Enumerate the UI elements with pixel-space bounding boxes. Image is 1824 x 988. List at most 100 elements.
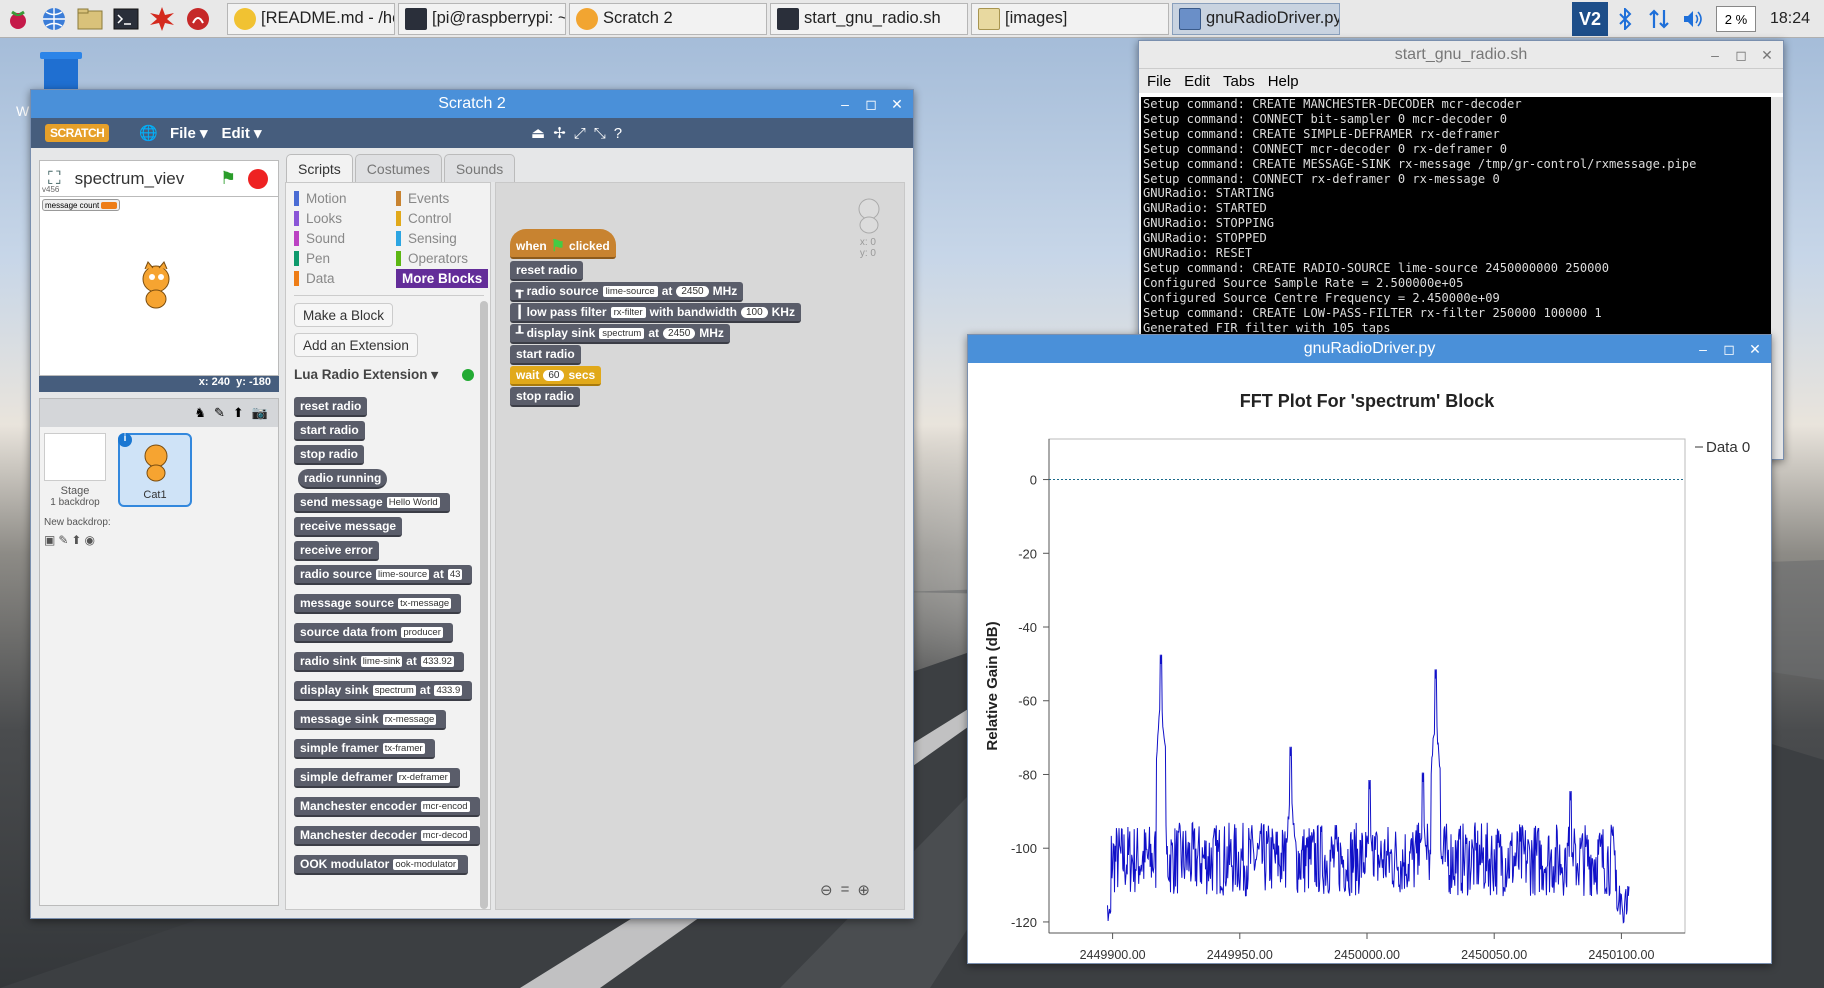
task-readme[interactable]: [README.md - /hom... — [227, 2, 395, 35]
script-display-sink[interactable]: ┸ display sink spectrum at 2450 MHz — [510, 324, 730, 344]
palette-block-12[interactable]: message sink rx-message — [294, 710, 447, 730]
make-a-block-button[interactable]: Make a Block — [294, 303, 394, 327]
volume-icon[interactable] — [1676, 2, 1710, 36]
minimize-icon[interactable]: – — [1705, 47, 1725, 63]
script-reset-radio[interactable]: reset radio — [510, 261, 584, 281]
terminal-scrollbar[interactable] — [1771, 97, 1783, 459]
paint-sprite-icon[interactable]: ✎ — [214, 405, 225, 421]
maximize-icon[interactable]: ◻ — [1719, 341, 1739, 358]
math-kernel-icon[interactable] — [144, 2, 180, 36]
edit-menu[interactable]: Edit ▾ — [222, 124, 262, 142]
palette-block-16[interactable]: Manchester decoder mcr-decod — [294, 826, 480, 846]
grow-icon[interactable]: ⤢ — [574, 125, 586, 142]
tab-scripts[interactable]: Scripts — [286, 154, 353, 182]
palette-block-5[interactable]: receive message — [294, 517, 403, 537]
when-flag-clicked-block[interactable]: when ⚑ clicked — [510, 229, 616, 259]
add-extension-button[interactable]: Add an Extension — [294, 333, 418, 357]
palette-block-3[interactable]: radio running — [298, 469, 388, 489]
cpu-monitor[interactable]: 2 % — [1715, 6, 1756, 32]
cat-sprite-icon[interactable] — [132, 261, 182, 313]
script-stop-radio[interactable]: stop radio — [510, 387, 581, 407]
palette-block-9[interactable]: source data from producer — [294, 623, 453, 643]
project-name[interactable]: spectrum_viev — [75, 169, 185, 189]
palette-block-2[interactable]: stop radio — [294, 445, 365, 465]
palette-block-15[interactable]: Manchester encoder mcr-encod — [294, 797, 480, 817]
minimize-icon[interactable]: – — [1693, 341, 1713, 357]
new-backdrop-tools[interactable]: ▣✎⬆◉ — [44, 533, 98, 547]
category-looks[interactable]: Looks — [294, 211, 342, 226]
terminal-titlebar[interactable]: start_gnu_radio.sh – ◻ ✕ — [1139, 41, 1783, 69]
help-icon[interactable]: ? — [614, 125, 622, 142]
palette-block-6[interactable]: receive error — [294, 541, 379, 561]
palette-block-13[interactable]: simple framer tx-framer — [294, 739, 435, 759]
duplicate-icon[interactable]: ⏏ — [531, 124, 545, 142]
file-menu[interactable]: File ▾ — [170, 124, 208, 142]
close-icon[interactable]: ✕ — [1745, 341, 1765, 358]
category-events[interactable]: Events — [396, 191, 449, 206]
task-start-gnu-radio[interactable]: start_gnu_radio.sh — [770, 2, 968, 35]
terminal-menu-file[interactable]: File — [1147, 73, 1171, 90]
category-operators[interactable]: Operators — [396, 251, 468, 266]
palette-block-4[interactable]: send message Hello World — [294, 493, 450, 513]
palette-block-14[interactable]: simple deframer rx-deframer — [294, 768, 460, 788]
palette-block-17[interactable]: OOK modulator ook-modulator — [294, 855, 469, 875]
task-gnu-radio-driver[interactable]: gnuRadioDriver.py — [1172, 2, 1340, 35]
script-wait-block[interactable]: wait 60 secs — [510, 366, 602, 386]
task-pi-terminal[interactable]: [pi@raspberrypi: ~/M... — [398, 2, 566, 35]
maximize-icon[interactable]: ◻ — [861, 96, 881, 113]
language-globe-icon[interactable]: 🌐 — [139, 124, 158, 142]
palette-block-0[interactable]: reset radio — [294, 397, 368, 417]
palette-block-8[interactable]: message source tx-message — [294, 594, 462, 614]
zoom-out-icon[interactable]: ⊖ — [820, 881, 833, 899]
sprite-cat1[interactable]: i Cat1 — [118, 433, 192, 507]
camera-icon[interactable]: 📷 — [252, 405, 268, 421]
terminal-menu-help[interactable]: Help — [1268, 73, 1299, 90]
green-flag-icon[interactable]: ⚑ — [220, 168, 236, 189]
maximize-icon[interactable]: ◻ — [1731, 47, 1751, 64]
category-pen[interactable]: Pen — [294, 251, 330, 266]
terminal-menu-tabs[interactable]: Tabs — [1223, 73, 1255, 90]
vnc-icon[interactable]: V2 — [1571, 2, 1608, 36]
task-images-folder[interactable]: [images] — [971, 2, 1169, 35]
shrink-icon[interactable]: ⤡ — [594, 125, 606, 142]
fft-plot[interactable]: FFT Plot For 'spectrum' Block 0 -20 -40 -60 -… — [968, 363, 1771, 983]
upload-sprite-icon[interactable]: ⬆ — [233, 405, 244, 421]
script-start-radio[interactable]: start radio — [510, 345, 581, 365]
raspberry-menu-button[interactable] — [0, 2, 36, 36]
zoom-in-icon[interactable]: ⊕ — [857, 881, 870, 899]
terminal-launcher-icon[interactable] — [108, 2, 144, 36]
category-data[interactable]: Data — [294, 271, 335, 286]
extension-name[interactable]: Lua Radio Extension ▾ — [294, 367, 438, 383]
palette-block-10[interactable]: radio sink lime-sink at 433.92 — [294, 652, 464, 672]
network-icon[interactable] — [1642, 2, 1676, 36]
close-icon[interactable]: ✕ — [887, 96, 907, 113]
minimize-icon[interactable]: – — [835, 96, 855, 112]
choose-sprite-icon[interactable]: ♞ — [194, 405, 206, 421]
info-icon[interactable]: i — [118, 433, 132, 447]
task-scratch[interactable]: Scratch 2 — [569, 2, 767, 35]
scratch-titlebar[interactable]: Scratch 2 – ◻ ✕ — [31, 90, 913, 118]
category-sensing[interactable]: Sensing — [396, 231, 457, 246]
palette-block-1[interactable]: start radio — [294, 421, 365, 441]
script-radio-source[interactable]: ┱ radio source lime-source at 2450 MHz — [510, 282, 744, 302]
category-sound[interactable]: Sound — [294, 231, 345, 246]
script-low-pass-filter[interactable]: ┃ low pass filter rx-filter with bandwidth… — [510, 303, 801, 323]
plot-titlebar[interactable]: gnuRadioDriver.py – ◻ ✕ — [968, 335, 1771, 363]
stage[interactable]: message count — [39, 196, 279, 376]
tab-sounds[interactable]: Sounds — [443, 154, 516, 182]
close-icon[interactable]: ✕ — [1757, 47, 1777, 64]
scripts-area[interactable]: x: 0 y: 0 when ⚑ clicked reset radio ┱ radi… — [495, 182, 905, 910]
palette-scrollbar[interactable] — [480, 301, 488, 909]
palette-block-11[interactable]: display sink spectrum at 433.9 — [294, 681, 473, 701]
terminal-menu-edit[interactable]: Edit — [1184, 73, 1210, 90]
stage-thumbnail[interactable] — [44, 433, 106, 481]
bluetooth-icon[interactable] — [1608, 2, 1642, 36]
trash-icon[interactable] — [38, 50, 84, 94]
cut-icon[interactable]: ✢ — [553, 124, 566, 142]
category-motion[interactable]: Motion — [294, 191, 347, 206]
tab-costumes[interactable]: Costumes — [354, 154, 442, 182]
palette-block-7[interactable]: radio source lime-source at 43 — [294, 565, 473, 585]
scratch-logo[interactable]: SCRATCH — [45, 124, 110, 142]
stop-icon[interactable] — [248, 168, 268, 189]
wolfram-icon[interactable] — [180, 2, 216, 36]
